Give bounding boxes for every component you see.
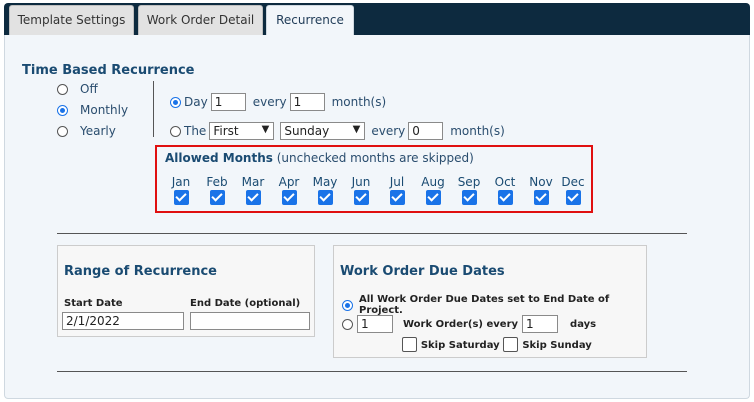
- time-based-title: Time Based Recurrence: [22, 63, 195, 78]
- recurrence-panel: Time Based Recurrence Off Monthly Yearly…: [4, 35, 750, 399]
- radio-yearly-icon[interactable]: [57, 125, 68, 137]
- day-input[interactable]: 1: [210, 93, 246, 111]
- section-divider: [57, 233, 687, 234]
- allowed-months-header: Allowed Months (unchecked months are ski…: [165, 151, 474, 165]
- due-count-row: 1 Work Order(s) every 1 days: [342, 315, 596, 333]
- month-sep[interactable]: Sep: [451, 175, 487, 208]
- checkbox-checked-icon[interactable]: [317, 190, 333, 205]
- range-of-recurrence-box: Range of Recurrence Start Date End Date …: [57, 245, 315, 337]
- month-nov[interactable]: Nov: [523, 175, 559, 208]
- work-order-days-input[interactable]: 1: [522, 315, 559, 333]
- month-dec[interactable]: Dec: [555, 175, 591, 208]
- month-may[interactable]: May: [307, 175, 343, 208]
- month-mar[interactable]: Mar: [235, 175, 271, 208]
- month-feb[interactable]: Feb: [199, 175, 235, 208]
- radio-yearly[interactable]: Yearly: [57, 124, 116, 138]
- radio-the-icon[interactable]: [170, 125, 181, 137]
- radio-due-all-icon[interactable]: [342, 299, 353, 311]
- radio-day-icon[interactable]: [170, 96, 181, 108]
- ordinal-select[interactable]: First ▼: [209, 122, 275, 140]
- start-date-label: Start Date: [64, 298, 123, 309]
- the-every-input[interactable]: 0: [408, 122, 444, 140]
- checkbox-checked-icon[interactable]: [173, 190, 189, 205]
- month-apr[interactable]: Apr: [271, 175, 307, 208]
- month-jul[interactable]: Jul: [379, 175, 415, 208]
- tab-recurrence[interactable]: Recurrence: [266, 5, 354, 36]
- checkbox-checked-icon[interactable]: [209, 190, 225, 205]
- the-row: The First ▼ Sunday ▼ every 0 month(s): [170, 122, 505, 140]
- month-jan[interactable]: Jan: [163, 175, 199, 208]
- checkbox-checked-icon[interactable]: [461, 190, 477, 205]
- start-date-input[interactable]: 2/1/2022: [62, 312, 184, 330]
- radio-off[interactable]: Off: [57, 82, 98, 96]
- tab-template-settings[interactable]: Template Settings: [9, 5, 134, 35]
- day-every-input[interactable]: 1: [289, 93, 325, 111]
- due-dates-title: Work Order Due Dates: [340, 264, 505, 279]
- day-row: Day 1 every 1 month(s): [170, 93, 386, 111]
- radio-off-icon[interactable]: [57, 83, 68, 95]
- skip-sunday-checkbox[interactable]: [503, 337, 519, 352]
- chevron-down-icon: ▼: [261, 124, 270, 135]
- due-all-row: All Work Order Due Dates set to End Date…: [342, 294, 646, 316]
- end-date-label: End Date (optional): [190, 298, 301, 309]
- checkbox-checked-icon[interactable]: [533, 190, 549, 205]
- month-aug[interactable]: Aug: [415, 175, 451, 208]
- range-title: Range of Recurrence: [64, 264, 218, 279]
- end-date-input[interactable]: [190, 312, 310, 330]
- allowed-months-box: Allowed Months (unchecked months are ski…: [155, 145, 593, 213]
- skip-row: Skip Saturday Skip Sunday: [402, 337, 592, 352]
- work-order-due-dates-box: Work Order Due Dates All Work Order Due …: [333, 245, 647, 358]
- checkbox-checked-icon[interactable]: [353, 190, 369, 205]
- chevron-down-icon: ▼: [352, 124, 361, 135]
- radio-due-count-icon[interactable]: [342, 318, 353, 330]
- checkbox-checked-icon[interactable]: [497, 190, 513, 205]
- tab-work-order-detail[interactable]: Work Order Detail: [138, 5, 263, 35]
- weekday-select[interactable]: Sunday ▼: [280, 122, 366, 140]
- checkbox-checked-icon[interactable]: [245, 190, 261, 205]
- checkbox-checked-icon[interactable]: [425, 190, 441, 205]
- radio-monthly-icon[interactable]: [57, 104, 68, 116]
- bottom-divider: [57, 371, 687, 372]
- checkbox-checked-icon[interactable]: [281, 190, 297, 205]
- month-oct[interactable]: Oct: [487, 175, 523, 208]
- work-order-count-input[interactable]: 1: [357, 315, 393, 333]
- options-divider: [153, 81, 154, 137]
- month-jun[interactable]: Jun: [343, 175, 379, 208]
- checkbox-checked-icon[interactable]: [565, 190, 581, 205]
- skip-saturday-checkbox[interactable]: [402, 337, 417, 352]
- radio-monthly[interactable]: Monthly: [57, 103, 128, 117]
- checkbox-checked-icon[interactable]: [389, 190, 405, 205]
